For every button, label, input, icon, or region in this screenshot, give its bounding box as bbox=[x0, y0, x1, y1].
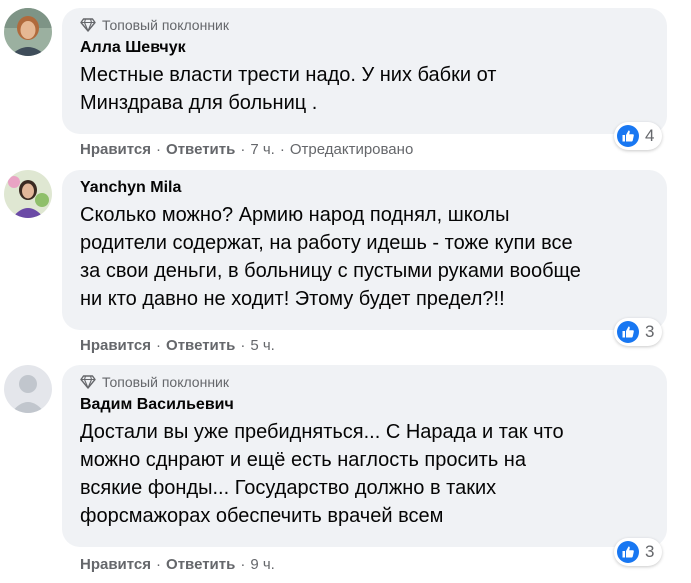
timestamp[interactable]: 9 ч. bbox=[250, 556, 275, 573]
separator: · bbox=[240, 556, 246, 573]
comment-text: Достали вы уже пребидняться... С Нарада … bbox=[80, 421, 564, 527]
timestamp[interactable]: 5 ч. bbox=[250, 337, 275, 354]
top-fan-badge[interactable]: Топовый поклонник bbox=[80, 16, 651, 34]
separator: · bbox=[156, 337, 162, 354]
author-name[interactable]: Алла Шевчук bbox=[80, 38, 651, 58]
like-button[interactable]: Нравится bbox=[80, 141, 151, 158]
reply-button[interactable]: Ответить bbox=[166, 337, 235, 354]
like-icon bbox=[617, 125, 639, 147]
badge-label: Топовый поклонник bbox=[102, 374, 229, 390]
diamond-icon bbox=[80, 18, 96, 32]
user-photo-icon bbox=[4, 8, 52, 56]
reply-button[interactable]: Ответить bbox=[166, 556, 235, 573]
reaction-count[interactable]: 4 bbox=[614, 122, 663, 150]
separator: · bbox=[156, 141, 162, 158]
comment-actions: Нравится · Ответить · 5 ч. bbox=[80, 337, 275, 354]
edited-label[interactable]: Отредактировано bbox=[290, 141, 413, 158]
avatar[interactable] bbox=[4, 365, 52, 413]
default-avatar-icon bbox=[4, 365, 52, 413]
reaction-count-value: 3 bbox=[645, 322, 655, 341]
diamond-icon bbox=[80, 375, 96, 389]
comment-text: Сколько можно? Армию народ поднял, школы… bbox=[80, 204, 581, 310]
like-icon bbox=[617, 321, 639, 343]
badge-label: Топовый поклонник bbox=[102, 17, 229, 33]
like-button[interactable]: Нравится bbox=[80, 337, 151, 354]
comment-actions: Нравится · Ответить · 9 ч. bbox=[80, 556, 275, 573]
comment-bubble: Топовый поклонник Вадим Васильевич Доста… bbox=[62, 365, 667, 547]
user-photo-icon bbox=[4, 170, 52, 218]
reaction-count-value: 4 bbox=[645, 126, 655, 145]
comment-actions: Нравится · Ответить · 7 ч. · Отредактиро… bbox=[80, 141, 413, 158]
reaction-count-value: 3 bbox=[645, 542, 655, 561]
like-icon bbox=[617, 541, 639, 563]
separator: · bbox=[156, 556, 162, 573]
reply-button[interactable]: Ответить bbox=[166, 141, 235, 158]
separator: · bbox=[279, 141, 285, 158]
separator: · bbox=[240, 141, 246, 158]
top-fan-badge[interactable]: Топовый поклонник bbox=[80, 373, 651, 391]
avatar[interactable] bbox=[4, 170, 52, 218]
author-name[interactable]: Yanchyn Mila bbox=[80, 178, 651, 198]
reaction-count[interactable]: 3 bbox=[614, 538, 663, 566]
avatar[interactable] bbox=[4, 8, 52, 56]
separator: · bbox=[240, 337, 246, 354]
comment-bubble: Топовый поклонник Алла Шевчук Местные вл… bbox=[62, 8, 667, 134]
author-name[interactable]: Вадим Васильевич bbox=[80, 395, 651, 415]
timestamp[interactable]: 7 ч. bbox=[250, 141, 275, 158]
comment-bubble: Yanchyn Mila Сколько можно? Армию народ … bbox=[62, 170, 667, 330]
reaction-count[interactable]: 3 bbox=[614, 318, 663, 346]
comment-text: Местные власти трести надо. У них бабки … bbox=[80, 64, 497, 114]
like-button[interactable]: Нравится bbox=[80, 556, 151, 573]
